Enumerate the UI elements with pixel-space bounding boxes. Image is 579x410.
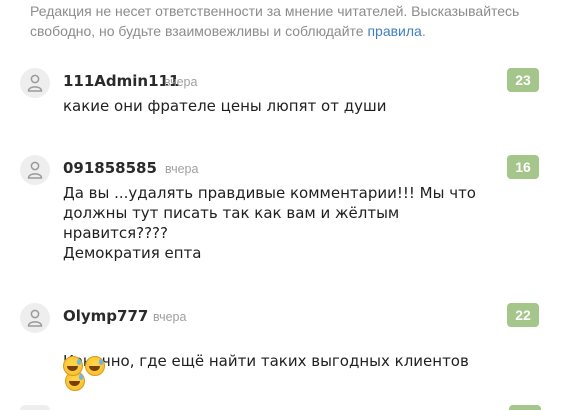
comment-item: 111Admin111 вчера какие они фрателе цены… bbox=[20, 68, 545, 128]
avatar[interactable] bbox=[20, 155, 50, 185]
user-icon bbox=[27, 161, 43, 179]
avatar bbox=[20, 405, 50, 410]
rating-badge bbox=[509, 405, 541, 410]
avatar[interactable] bbox=[20, 68, 50, 98]
comment-author[interactable]: Olymp777 bbox=[63, 307, 148, 325]
comments-notice: Редакция не несет ответственности за мне… bbox=[30, 1, 555, 41]
comment-time: вчера bbox=[164, 75, 198, 89]
notice-end: . bbox=[421, 23, 426, 39]
user-icon bbox=[27, 74, 43, 92]
comment-text: какие они фрателе цены люпят от души bbox=[63, 97, 387, 115]
comment-author[interactable]: 111Admin111 bbox=[63, 72, 179, 90]
emoji-line bbox=[63, 356, 105, 378]
rating-badge[interactable]: 23 bbox=[507, 68, 539, 92]
rating-badge[interactable]: 16 bbox=[507, 155, 539, 179]
comment-text: Да вы ...удалять правдивые комментарии!!… bbox=[63, 184, 476, 262]
rules-link[interactable]: правила bbox=[367, 23, 421, 39]
comment-author[interactable]: 091858585 bbox=[63, 159, 157, 177]
comment-time: вчера bbox=[153, 310, 187, 324]
notice-text: Редакция не несет ответственности за мне… bbox=[30, 3, 520, 39]
rating-badge[interactable]: 22 bbox=[507, 303, 539, 327]
user-icon bbox=[27, 309, 43, 327]
grinning-face-with-sweat-icon bbox=[85, 356, 105, 376]
grinning-face-with-sweat-icon bbox=[63, 356, 83, 376]
comment-text-body: Конечно, где ещё найти таких выгодных кл… bbox=[63, 352, 469, 370]
comment-item: 091858585 вчера Да вы ...удалять правдив… bbox=[20, 155, 545, 270]
comment-time: вчера bbox=[165, 162, 199, 176]
avatar[interactable] bbox=[20, 303, 50, 333]
comment-text: Конечно, где ещё найти таких выгодных кл… bbox=[63, 331, 493, 393]
comment-item: Olymp777 вчера Конечно, где ещё найти та… bbox=[20, 303, 545, 391]
